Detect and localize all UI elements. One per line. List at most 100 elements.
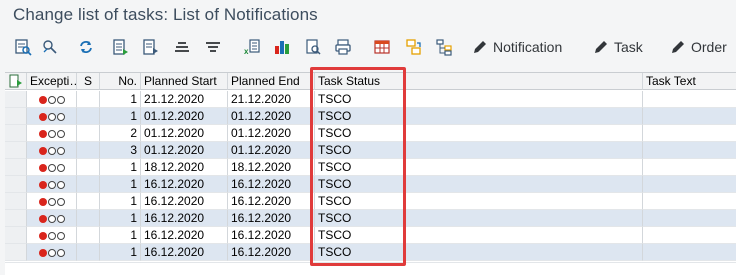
planned-end-cell[interactable]: 16.12.2020	[228, 227, 315, 244]
table-row[interactable]: 3 01.12.2020 01.12.2020 TSCO	[5, 142, 736, 159]
planned-start-cell[interactable]: 21.12.2020	[141, 91, 228, 108]
planned-end-cell[interactable]: 16.12.2020	[228, 193, 315, 210]
row-selector[interactable]	[5, 91, 27, 108]
planned-end-cell[interactable]: 01.12.2020	[228, 142, 315, 159]
save-layout-icon[interactable]	[141, 37, 161, 57]
table-row[interactable]: 1 16.12.2020 16.12.2020 TSCO	[5, 210, 736, 227]
no-cell[interactable]: 1	[100, 210, 141, 227]
task-text-cell[interactable]	[643, 210, 736, 227]
s-cell[interactable]	[77, 125, 100, 142]
s-cell[interactable]	[77, 91, 100, 108]
filter-icon[interactable]	[203, 37, 223, 57]
row-selector[interactable]	[5, 176, 27, 193]
no-cell[interactable]: 1	[100, 91, 141, 108]
row-selector[interactable]	[5, 227, 27, 244]
task-status-cell[interactable]: TSCO	[315, 159, 643, 176]
task-status-cell[interactable]: TSCO	[315, 125, 643, 142]
task-text-cell[interactable]	[643, 125, 736, 142]
task-text-cell[interactable]	[643, 193, 736, 210]
table-row[interactable]: 1 01.12.2020 01.12.2020 TSCO	[5, 108, 736, 125]
planned-end-cell[interactable]: 16.12.2020	[228, 210, 315, 227]
row-selector[interactable]	[5, 244, 27, 261]
notification-button[interactable]: Notification	[472, 37, 562, 57]
planned-start-cell[interactable]: 16.12.2020	[141, 244, 228, 261]
task-text-cell[interactable]	[643, 159, 736, 176]
row-selector[interactable]	[5, 210, 27, 227]
table-row[interactable]: 1 16.12.2020 16.12.2020 TSCO	[5, 227, 736, 244]
transfer-icon[interactable]	[403, 37, 423, 57]
task-status-cell[interactable]: TSCO	[315, 176, 643, 193]
task-status-cell[interactable]: TSCO	[315, 142, 643, 159]
planned-end-cell[interactable]: 21.12.2020	[228, 91, 315, 108]
choose-layout-icon[interactable]	[111, 37, 131, 57]
s-cell[interactable]	[77, 142, 100, 159]
select-icon[interactable]	[40, 37, 60, 57]
s-cell[interactable]	[77, 108, 100, 125]
export-excel-icon[interactable]: x	[242, 37, 262, 57]
task-status-cell[interactable]: TSCO	[315, 227, 643, 244]
row-selector[interactable]	[5, 108, 27, 125]
no-cell[interactable]: 2	[100, 125, 141, 142]
table-row[interactable]: 1 21.12.2020 21.12.2020 TSCO	[5, 91, 736, 108]
task-text-cell[interactable]	[643, 176, 736, 193]
planned-end-cell[interactable]: 18.12.2020	[228, 159, 315, 176]
no-cell[interactable]: 1	[100, 244, 141, 261]
details-icon[interactable]	[13, 37, 33, 57]
no-cell[interactable]: 1	[100, 108, 141, 125]
planned-start-cell[interactable]: 16.12.2020	[141, 210, 228, 227]
table-row[interactable]: 1 16.12.2020 16.12.2020 TSCO	[5, 176, 736, 193]
col-header-planned-end[interactable]: Planned End	[228, 73, 315, 90]
row-selector[interactable]	[5, 193, 27, 210]
planned-start-cell[interactable]: 18.12.2020	[141, 159, 228, 176]
no-cell[interactable]: 1	[100, 227, 141, 244]
col-header-task-status[interactable]: Task Status	[315, 73, 643, 90]
row-selector[interactable]	[5, 125, 27, 142]
refresh-icon[interactable]	[76, 37, 96, 57]
no-cell[interactable]: 1	[100, 193, 141, 210]
s-cell[interactable]	[77, 159, 100, 176]
task-status-cell[interactable]: TSCO	[315, 244, 643, 261]
planned-start-cell[interactable]: 16.12.2020	[141, 227, 228, 244]
task-text-cell[interactable]	[643, 142, 736, 159]
hierarchy-icon[interactable]	[434, 37, 454, 57]
print-icon[interactable]	[333, 37, 353, 57]
s-cell[interactable]	[77, 227, 100, 244]
planned-end-cell[interactable]: 16.12.2020	[228, 244, 315, 261]
table-row[interactable]: 1 18.12.2020 18.12.2020 TSCO	[5, 159, 736, 176]
planned-end-cell[interactable]: 16.12.2020	[228, 176, 315, 193]
planned-end-cell[interactable]: 01.12.2020	[228, 125, 315, 142]
task-text-cell[interactable]	[643, 91, 736, 108]
select-all-cell[interactable]	[5, 73, 27, 90]
task-text-cell[interactable]	[643, 244, 736, 261]
col-header-planned-start[interactable]: Planned Start	[141, 73, 228, 90]
task-status-cell[interactable]: TSCO	[315, 108, 643, 125]
table-icon[interactable]	[372, 37, 392, 57]
planned-start-cell[interactable]: 01.12.2020	[141, 125, 228, 142]
task-text-cell[interactable]	[643, 108, 736, 125]
planned-start-cell[interactable]: 16.12.2020	[141, 176, 228, 193]
task-status-cell[interactable]: TSCO	[315, 193, 643, 210]
table-row[interactable]: 1 16.12.2020 16.12.2020 TSCO	[5, 193, 736, 210]
col-header-no[interactable]: No.	[100, 73, 141, 90]
planned-start-cell[interactable]: 01.12.2020	[141, 108, 228, 125]
planned-start-cell[interactable]: 01.12.2020	[141, 142, 228, 159]
sort-ascending-icon[interactable]	[172, 37, 192, 57]
task-status-cell[interactable]: TSCO	[315, 91, 643, 108]
print-preview-icon[interactable]	[303, 37, 323, 57]
col-header-task-text[interactable]: Task Text	[643, 73, 736, 90]
no-cell[interactable]: 1	[100, 176, 141, 193]
task-status-cell[interactable]: TSCO	[315, 210, 643, 227]
planned-end-cell[interactable]: 01.12.2020	[228, 108, 315, 125]
s-cell[interactable]	[77, 176, 100, 193]
table-row[interactable]: 2 01.12.2020 01.12.2020 TSCO	[5, 125, 736, 142]
planned-start-cell[interactable]: 16.12.2020	[141, 193, 228, 210]
s-cell[interactable]	[77, 210, 100, 227]
col-header-exception[interactable]: Excepti…	[27, 73, 77, 90]
row-selector[interactable]	[5, 159, 27, 176]
table-row[interactable]: 1 16.12.2020 16.12.2020 TSCO	[5, 244, 736, 261]
chart-icon[interactable]	[272, 37, 292, 57]
no-cell[interactable]: 1	[100, 159, 141, 176]
task-button[interactable]: Task	[593, 37, 643, 57]
order-button[interactable]: Order	[670, 37, 727, 57]
row-selector[interactable]	[5, 142, 27, 159]
